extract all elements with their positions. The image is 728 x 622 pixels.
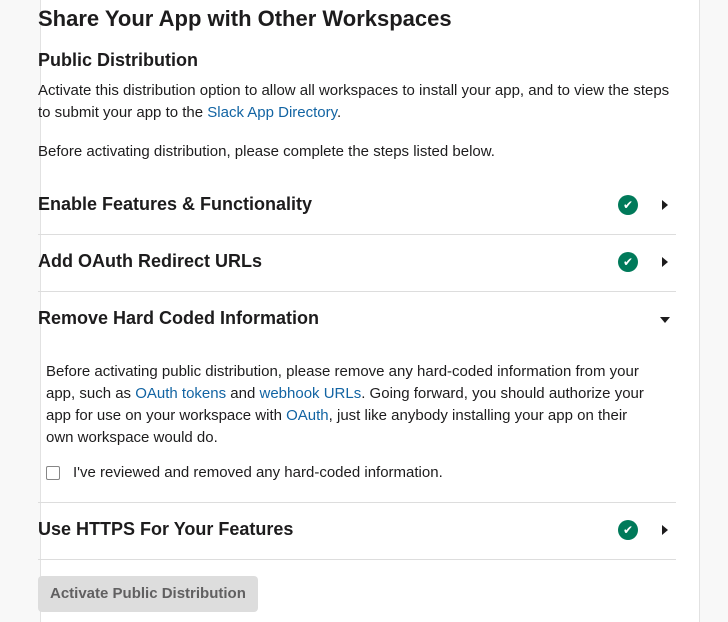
activate-public-distribution-button[interactable]: Activate Public Distribution [38,576,258,612]
steps-note: Before activating distribution, please c… [38,143,495,160]
section-title: Enable Features & Functionality [38,194,313,214]
intro-text-part: Activate this distribution option to all… [38,82,670,121]
hardcoded-reviewed-checkbox-row[interactable]: I've reviewed and removed any hard-coded… [46,464,443,481]
hardcoded-description: Before activating public distribution, p… [46,361,656,449]
section-oauth-redirect[interactable]: Add OAuth Redirect URLs ✔ [38,235,676,292]
text-part: and [226,385,260,402]
section-title[interactable]: Remove Hard Coded Information [38,308,319,329]
section-title: Add OAuth Redirect URLs [38,251,263,271]
caret-right-icon[interactable] [662,525,668,535]
check-circle-icon: ✔ [618,195,638,215]
section-title: Use HTTPS For Your Features [38,519,294,539]
oauth-tokens-link[interactable]: OAuth tokens [135,385,226,402]
slack-app-directory-link[interactable]: Slack App Directory [207,104,337,121]
caret-right-icon[interactable] [662,257,668,267]
check-circle-icon: ✔ [618,520,638,540]
check-circle-icon: ✔ [618,252,638,272]
hardcoded-reviewed-checkbox[interactable] [46,465,60,480]
section-enable-features[interactable]: Enable Features & Functionality ✔ [38,178,676,235]
intro-text: Activate this distribution option to all… [38,80,678,124]
section-subtitle: Public Distribution [38,50,198,70]
section-use-https[interactable]: Use HTTPS For Your Features ✔ [38,503,676,560]
page-title: Share Your App with Other Workspaces [38,6,452,31]
checkbox-label[interactable]: I've reviewed and removed any hard-coded… [73,464,443,481]
intro-text-end: . [337,104,342,121]
caret-right-icon[interactable] [662,200,668,210]
oauth-link[interactable]: OAuth [286,407,329,424]
caret-down-icon[interactable] [660,317,670,323]
webhook-urls-link[interactable]: webhook URLs [260,385,362,402]
